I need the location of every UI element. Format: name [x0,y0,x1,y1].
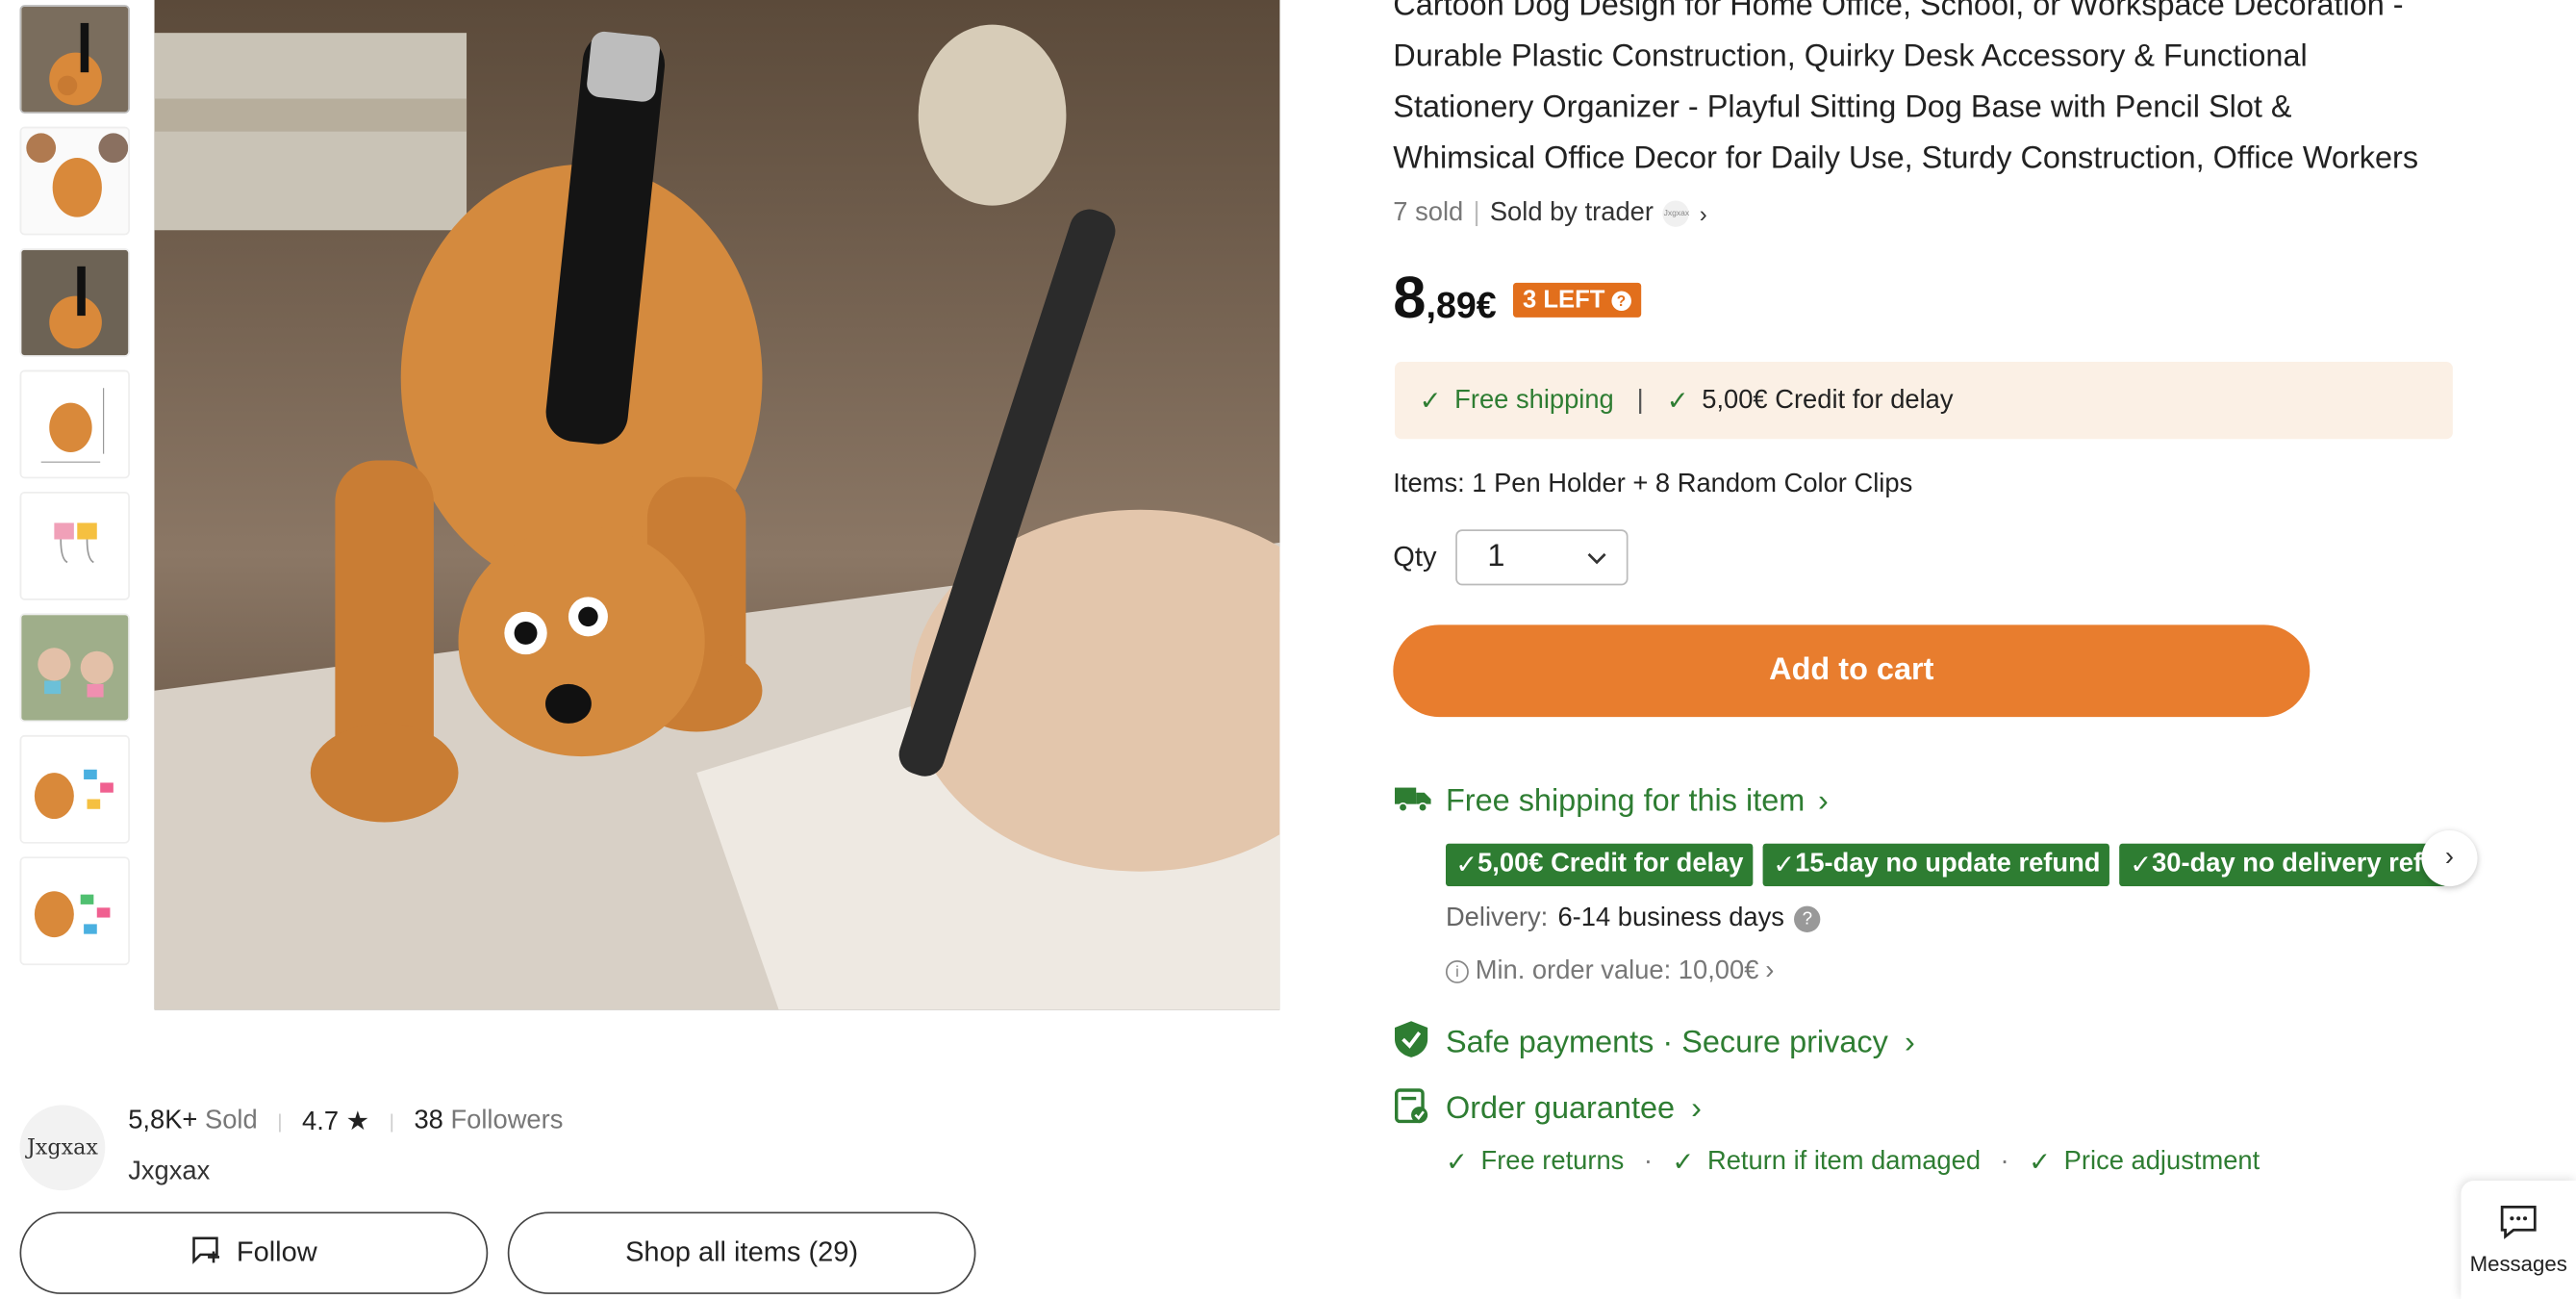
check-icon: ✓ [1419,387,1442,416]
thumbnail-4[interactable] [19,369,130,479]
shipping-tag: ✓ 30-day no delivery refund [2119,843,2445,887]
chevron-right-icon: › [1765,956,1775,985]
sold-count: 7 sold [1393,198,1464,227]
store-followers: 38 Followers [414,1107,563,1136]
price-decimal: ,89€ [1426,284,1497,326]
store-rating: 4.7 ★ [302,1105,369,1137]
sold-row: 7 sold | Sold by trader Jxgxax › [1393,198,1707,229]
shipping-tag-text: 5,00€ Credit for delay [1477,850,1744,879]
follow-label: Follow [236,1236,317,1268]
store-sold-stat: 5,8K+ Sold [128,1107,257,1136]
seller-logo[interactable]: Jxgxax [1663,200,1690,227]
order-guarantee-link[interactable]: Order guarantee › [1393,1085,1702,1134]
delivery-info: Delivery: 6-14 business days ? [1446,904,1821,934]
chevron-right-icon[interactable]: › [1700,200,1707,226]
separator: | [1473,198,1480,227]
divider: | [1636,385,1644,414]
thumbnail-2[interactable] [19,126,130,236]
order-guarantee-icon [1393,1085,1429,1134]
free-shipping-label: Free shipping [1454,385,1614,414]
messages-button[interactable]: Messages [2461,1180,2576,1299]
qty-row: Qty 1 [1393,529,1629,586]
min-order-text: Min. order value: 10,00€ [1475,956,1759,985]
safe-payments-link[interactable]: Safe payments · Secure privacy › [1393,1020,1915,1069]
shipping-tag-text: 30-day no delivery refund [2152,850,2445,879]
question-icon[interactable]: ? [1611,290,1631,311]
delivery-label: Delivery: [1445,904,1549,932]
truck-icon [1393,782,1432,822]
chevron-right-icon: › [1817,784,1829,820]
store-sold-label: Sold [205,1107,258,1135]
title-line: Cartoon Dog Design for Home Office, Scho… [1393,0,2404,23]
add-to-cart-button[interactable]: Add to cart [1393,624,2311,718]
qty-value: 1 [1487,539,1505,574]
thumbnail-7[interactable] [19,734,130,844]
qty-select[interactable]: 1 [1455,529,1629,586]
check-icon: ✓ [1666,387,1689,416]
chevron-right-icon: › [1904,1026,1915,1061]
check-icon: ✓ [1445,1149,1468,1178]
star-icon: ★ [345,1108,370,1136]
tags-next-button[interactable]: › [2421,829,2478,887]
safe-payments-text: Safe payments · Secure privacy [1445,1026,1888,1061]
shop-all-label: Shop all items (29) [625,1236,859,1268]
thumbnail-5[interactable] [19,491,130,600]
store-stats: 5,8K+ Sold | 4.7 ★ | 38 Followers [128,1105,563,1137]
store-name[interactable]: Jxgxax [128,1158,210,1187]
follow-button[interactable]: Follow [19,1211,489,1294]
stock-badge-text: 3 LEFT [1522,286,1605,315]
info-icon: i [1445,959,1469,983]
product-title: Cartoon Dog Design for Home Office, Scho… [1393,0,2444,184]
items-description: Items: 1 Pen Holder + 8 Random Color Cli… [1393,470,1913,498]
check-icon: ✓ [2029,1149,2052,1178]
divider: | [389,1109,394,1133]
messages-label: Messages [2469,1251,2567,1277]
price-row: 8 ,89€ 3 LEFT ? [1393,263,1641,332]
guarantee-item: Price adjustment [2063,1147,2260,1176]
shipping-tag-text: 15-day no update refund [1795,850,2101,879]
shop-all-button[interactable]: Shop all items (29) [507,1211,976,1294]
delivery-value: 6-14 business days [1557,904,1784,932]
chevron-right-icon: › [1691,1091,1702,1127]
stock-badge[interactable]: 3 LEFT ? [1512,282,1641,318]
check-icon: ✓ [1672,1149,1695,1178]
thumbnail-1[interactable] [19,5,130,114]
shipping-summary: ✓ Free shipping | ✓ 5,00€ Credit for del… [1395,361,2453,440]
chevron-down-icon [1588,540,1607,576]
main-product-image[interactable] [154,0,1280,1010]
divider: | [277,1109,283,1133]
title-line: Durable Plastic Construction, Quirky Des… [1393,39,2308,74]
guarantee-list: ✓ Free returns · ✓ Return if item damage… [1446,1146,2260,1179]
thumbnail-6[interactable] [19,613,130,723]
store-rating-value: 4.7 [302,1108,340,1136]
min-order-link[interactable]: i Min. order value: 10,00€ › [1445,956,1775,987]
thumbnail-8[interactable] [19,856,130,966]
guarantee-item: Return if item damaged [1706,1147,1982,1176]
free-shipping-link[interactable]: Free shipping for this item › [1393,782,1829,822]
sold-by-link[interactable]: Sold by trader [1490,199,1654,229]
store-sold-count: 5,8K+ [128,1107,198,1135]
separator: · [2000,1147,2009,1176]
order-guarantee-text: Order guarantee [1445,1091,1676,1127]
shipping-tags: ✓ 5,00€ Credit for delay ✓ 15-day no updat… [1445,843,2445,887]
title-line: Stationery Organizer - Playful Sitting D… [1393,89,2292,125]
free-shipping-title: Free shipping for this item [1445,784,1806,820]
guarantee-item: Free returns [1480,1147,1625,1176]
separator: · [1643,1147,1653,1176]
qty-label: Qty [1393,541,1437,573]
credit-delay-label: 5,00€ Credit for delay [1702,385,1954,414]
shipping-tag: ✓ 5,00€ Credit for delay [1445,843,1754,887]
thumbnail-3[interactable] [19,248,130,357]
help-icon[interactable]: ? [1794,905,1821,932]
chat-icon [2499,1204,2538,1245]
price-integer: 8 [1393,263,1427,331]
shipping-tag: ✓ 15-day no update refund [1763,843,2110,887]
store-followers-label: Followers [450,1107,564,1135]
store-avatar[interactable]: Jxgxax [19,1105,106,1191]
follow-store-icon [190,1235,223,1272]
shield-icon [1393,1020,1429,1069]
store-followers-count: 38 [414,1107,443,1135]
thumbnail-list [19,5,131,979]
title-line: Whimsical Office Decor for Daily Use, St… [1393,140,2419,176]
